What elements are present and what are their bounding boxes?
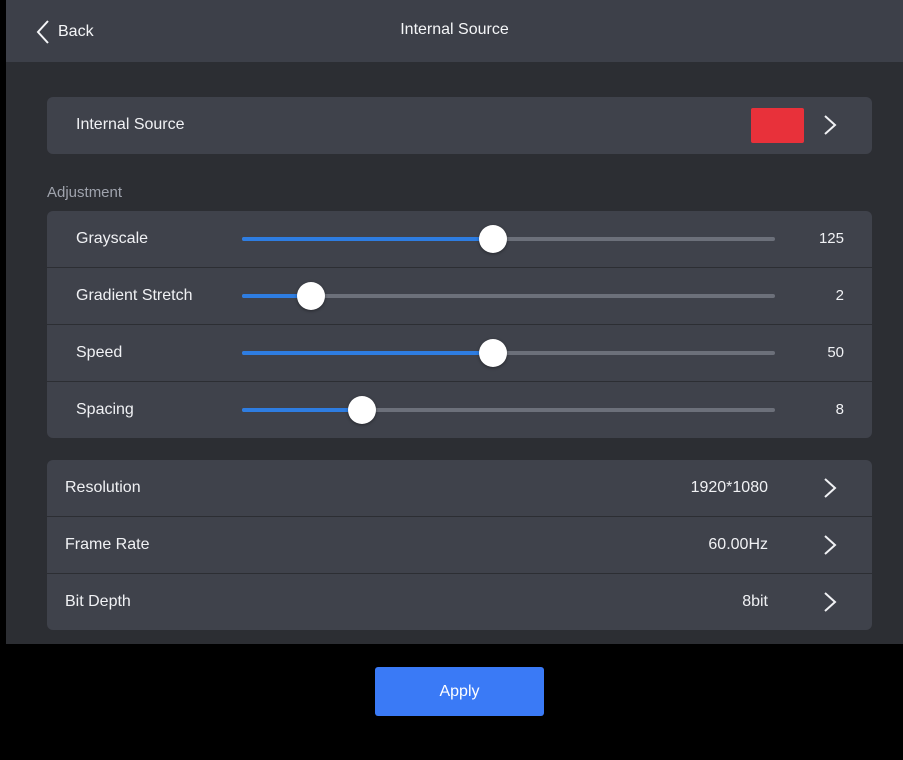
internal-source-card: Internal Source [47,97,872,154]
slider-label: Grayscale [76,230,149,247]
chevron-right-icon[interactable] [822,476,838,500]
adjustment-section-label: Adjustment [47,184,123,201]
internal-source-label: Internal Source [76,116,185,133]
internal-source-row[interactable]: Internal Source [47,97,872,153]
bottom-bar: Apply [6,644,903,760]
slider-thumb[interactable] [297,282,326,310]
slider-label: Speed [76,344,123,361]
bit-depth-label: Bit Depth [65,593,131,610]
slider-value: 2 [835,287,844,304]
adjustment-card: Grayscale 125 Gradient Stretch 2 Speed 5… [47,211,872,438]
resolution-value: 1920*1080 [690,479,768,496]
spacing-slider[interactable] [242,396,775,424]
chevron-right-icon[interactable] [822,533,838,557]
list-item-resolution[interactable]: Resolution 1920*1080 [47,460,872,517]
grayscale-slider[interactable] [242,225,775,253]
slider-fill [242,408,363,412]
slider-fill [242,351,493,355]
slider-label: Gradient Stretch [76,287,193,304]
slider-row-grayscale: Grayscale 125 [47,211,872,268]
frame-rate-label: Frame Rate [65,536,150,553]
slider-row-spacing: Spacing 8 [47,382,872,438]
internal-source-screen: Back Internal Source Internal Source Adj… [6,0,903,760]
content-area: Internal Source Adjustment Grayscale 125… [6,62,903,644]
chevron-right-icon[interactable] [822,590,838,614]
slider-row-speed: Speed 50 [47,325,872,382]
slider-value: 125 [818,230,844,247]
slider-value: 8 [835,401,844,418]
resolution-label: Resolution [65,479,141,496]
slider-row-gradient-stretch: Gradient Stretch 2 [47,268,872,325]
source-color-swatch[interactable] [751,108,804,143]
apply-button[interactable]: Apply [375,667,544,716]
list-item-bit-depth[interactable]: Bit Depth 8bit [47,574,872,630]
slider-value: 50 [827,344,844,361]
slider-thumb[interactable] [348,396,377,424]
list-item-frame-rate[interactable]: Frame Rate 60.00Hz [47,517,872,574]
slider-thumb[interactable] [478,225,507,253]
top-bar: Back Internal Source [6,0,903,62]
speed-slider[interactable] [242,339,775,367]
page-title: Internal Source [400,21,509,38]
frame-rate-value: 60.00Hz [708,536,768,553]
bit-depth-value: 8bit [742,593,768,610]
video-settings-card: Resolution 1920*1080 Frame Rate 60.00Hz … [47,460,872,630]
slider-fill [242,237,493,241]
gradient-stretch-slider[interactable] [242,282,775,310]
slider-thumb[interactable] [478,339,507,367]
chevron-right-icon[interactable] [822,113,838,137]
slider-label: Spacing [76,401,134,418]
